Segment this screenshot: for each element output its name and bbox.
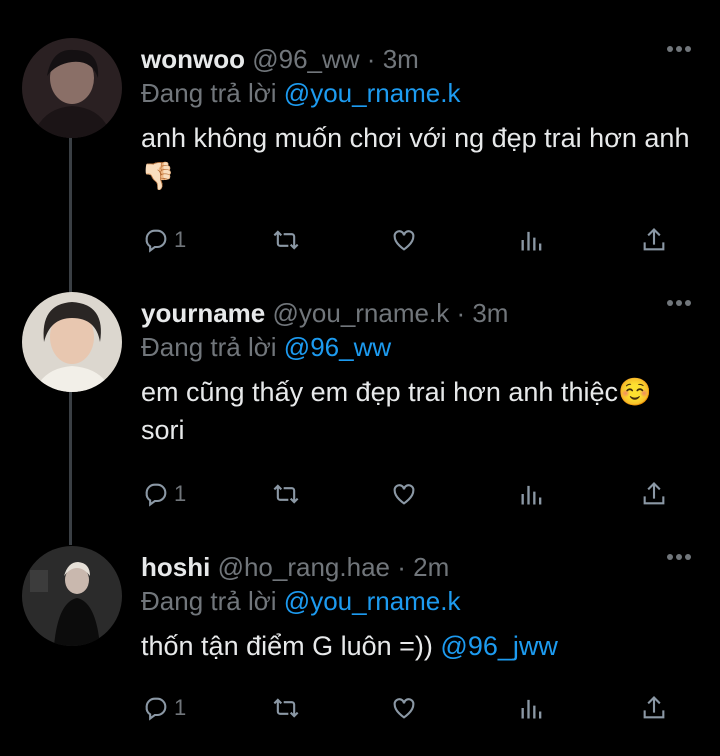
action-bar: 1 — [0, 478, 720, 510]
tweet-text-content: em cũng thấy em đẹp trai hơn anh thiệc☺️… — [141, 377, 652, 445]
tweet-text: em cũng thấy em đẹp trai hơn anh thiệc☺️… — [141, 373, 696, 449]
timestamp[interactable]: 3m — [472, 298, 508, 328]
like-button[interactable] — [390, 478, 418, 510]
more-icon[interactable] — [666, 552, 692, 562]
reply-button[interactable]: 1 — [142, 692, 186, 724]
reply-count: 1 — [174, 481, 187, 506]
tweet-header: yourname @you_rname.k · 3m — [141, 297, 696, 329]
like-button[interactable] — [390, 224, 418, 256]
tweet-header: wonwoo @96_ww · 3m — [141, 43, 696, 75]
share-button[interactable] — [640, 478, 668, 510]
more-icon[interactable] — [666, 44, 692, 54]
reply-count: 1 — [174, 227, 187, 252]
text-mention[interactable]: @96_jww — [440, 631, 557, 661]
reply-icon — [145, 483, 167, 507]
avatar[interactable] — [22, 546, 122, 646]
tweet-text-content: thốn tận điểm G luôn =)) — [141, 631, 441, 661]
tweet[interactable]: yourname @you_rname.k · 3m Đang trả lời … — [0, 292, 720, 522]
display-name[interactable]: yourname — [141, 298, 265, 328]
replying-to: Đang trả lời @96_ww — [141, 331, 696, 363]
share-icon — [643, 482, 665, 505]
like-icon — [393, 484, 415, 505]
avatar[interactable] — [22, 38, 122, 138]
handle[interactable]: @96_ww — [252, 44, 359, 74]
replying-to-mention[interactable]: @you_rname.k — [284, 586, 461, 616]
analytics-icon — [521, 485, 542, 505]
share-button[interactable] — [640, 692, 668, 724]
retweet-icon — [273, 698, 299, 718]
like-icon — [393, 698, 415, 719]
retweet-button[interactable] — [272, 692, 300, 724]
retweet-icon — [273, 230, 299, 250]
timestamp[interactable]: 3m — [383, 44, 419, 74]
share-button[interactable] — [640, 224, 668, 256]
replying-to-label: Đang trả lời — [141, 332, 277, 362]
retweet-icon — [273, 484, 299, 504]
tweet[interactable]: hoshi @ho_rang.hae · 2m Đang trả lời @yo… — [0, 546, 720, 746]
tweet[interactable]: wonwoo @96_ww · 3m Đang trả lời @you_rna… — [0, 38, 720, 268]
handle[interactable]: @ho_rang.hae — [218, 552, 390, 582]
like-icon — [393, 230, 415, 251]
more-icon[interactable] — [666, 298, 692, 308]
analytics-button[interactable] — [518, 224, 546, 256]
tweet-text: thốn tận điểm G luôn =)) @96_jww — [141, 627, 696, 665]
retweet-button[interactable] — [272, 478, 300, 510]
display-name[interactable]: wonwoo — [141, 44, 245, 74]
reply-icon — [145, 697, 167, 721]
replying-to-label: Đang trả lời — [141, 586, 277, 616]
replying-to: Đang trả lời @you_rname.k — [141, 585, 696, 617]
like-button[interactable] — [390, 692, 418, 724]
reply-button[interactable]: 1 — [142, 478, 186, 510]
tweet-text-content: anh không muốn chơi với ng đẹp trai hơn … — [141, 123, 690, 191]
tweet-text: anh không muốn chơi với ng đẹp trai hơn … — [141, 119, 696, 195]
reply-button[interactable]: 1 — [142, 224, 186, 256]
analytics-icon — [521, 699, 542, 719]
avatar[interactable] — [22, 292, 122, 392]
replying-to-mention[interactable]: @you_rname.k — [284, 78, 461, 108]
display-name[interactable]: hoshi — [141, 552, 210, 582]
retweet-button[interactable] — [272, 224, 300, 256]
separator: · — [397, 552, 406, 582]
analytics-button[interactable] — [518, 478, 546, 510]
replying-to-label: Đang trả lời — [141, 78, 277, 108]
reply-count: 1 — [174, 695, 187, 720]
analytics-button[interactable] — [518, 692, 546, 724]
separator: · — [366, 44, 376, 74]
separator: · — [456, 298, 466, 328]
reply-icon — [145, 229, 167, 253]
handle[interactable]: @you_rname.k — [273, 298, 450, 328]
replying-to: Đang trả lời @you_rname.k — [141, 77, 696, 109]
share-icon — [643, 696, 665, 719]
share-icon — [643, 228, 665, 251]
replying-to-mention[interactable]: @96_ww — [284, 332, 391, 362]
analytics-icon — [521, 231, 542, 251]
action-bar: 1 — [0, 692, 720, 724]
action-bar: 1 — [0, 224, 720, 256]
tweet-header: hoshi @ho_rang.hae · 2m — [141, 551, 696, 583]
timestamp[interactable]: 2m — [413, 552, 449, 582]
